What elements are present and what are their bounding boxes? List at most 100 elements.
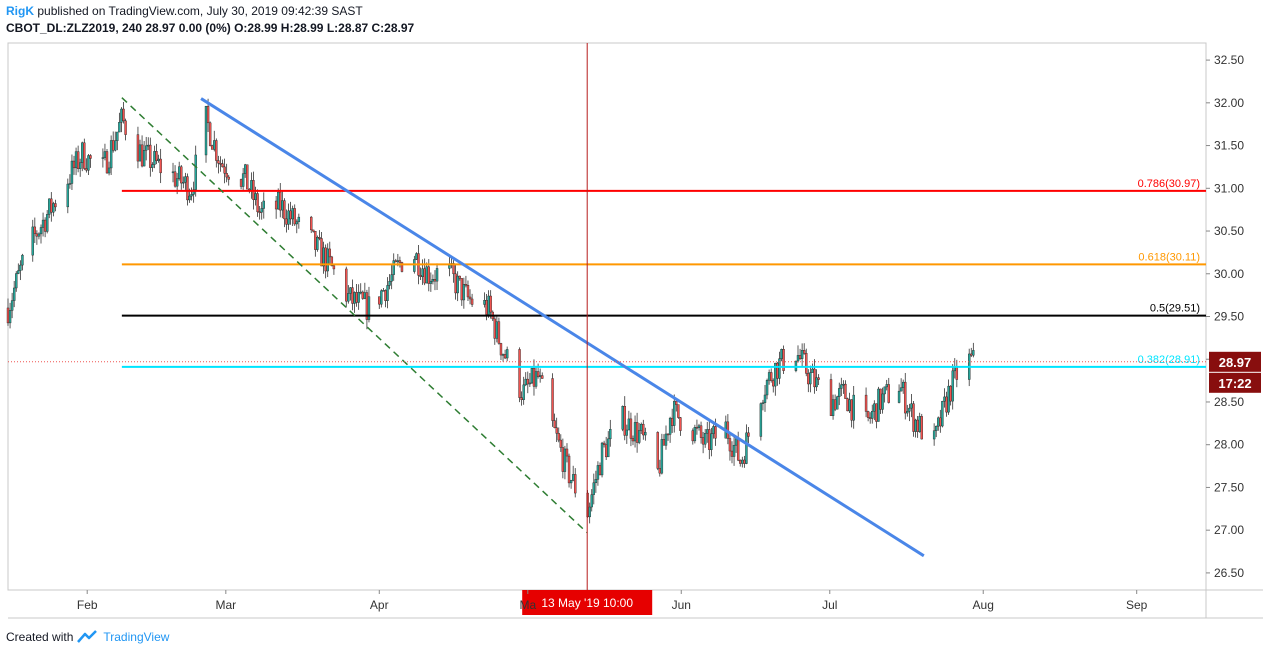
- candle-body: [912, 403, 915, 432]
- candle-body: [712, 426, 715, 434]
- candle-body: [279, 191, 282, 211]
- candle-body: [431, 279, 435, 282]
- candle-body: [45, 214, 49, 232]
- x-tick-label: Aug: [973, 598, 994, 612]
- candle-body: [815, 377, 818, 388]
- candle-body: [35, 233, 39, 237]
- candle-body: [629, 418, 633, 439]
- candle-body: [12, 287, 16, 301]
- candle-body: [875, 403, 878, 422]
- candle-body: [239, 179, 243, 187]
- candle-body: [21, 254, 24, 266]
- candle-body: [866, 411, 870, 418]
- fib-level-label: 0.786(30.97): [1138, 178, 1200, 190]
- candle-body: [114, 140, 117, 151]
- candle-body: [448, 265, 451, 269]
- candle-body: [423, 268, 426, 284]
- candle-body: [951, 370, 954, 402]
- candle-body: [660, 439, 664, 474]
- tradingview-brand[interactable]: TradingView: [103, 630, 169, 644]
- candle-body: [541, 375, 544, 379]
- candle-body: [873, 403, 876, 412]
- candle-body: [52, 203, 55, 213]
- y-tick-label: 32.00: [1214, 96, 1244, 110]
- candle-body: [483, 300, 486, 305]
- candle-body: [538, 375, 542, 377]
- candle-body: [831, 399, 835, 416]
- last-price-label: 28.97: [1219, 355, 1252, 370]
- x-tick-label: Apr: [370, 598, 389, 612]
- candle-body: [10, 300, 14, 311]
- candle-body: [382, 290, 385, 292]
- candle-body: [769, 372, 773, 381]
- candle-body: [144, 145, 148, 151]
- x-tick-label: Jul: [822, 598, 837, 612]
- candle-body: [569, 480, 573, 484]
- candle-body: [291, 208, 294, 220]
- candle-body: [561, 447, 565, 472]
- candle-body: [598, 465, 602, 476]
- candle-body: [149, 144, 152, 168]
- candle-body: [701, 437, 705, 445]
- candle-body: [932, 430, 936, 440]
- candle-body: [813, 368, 816, 388]
- candle-body: [495, 321, 499, 339]
- price-chart[interactable]: 0.786(30.97) 0.618(30.11) 0.5(29.51) 0.382(…: [0, 0, 1268, 656]
- candle-body: [596, 465, 600, 480]
- candle-body: [528, 382, 532, 385]
- candle-body: [318, 237, 321, 239]
- candle-body: [501, 354, 505, 356]
- candle-body: [15, 273, 18, 289]
- candle-body: [48, 198, 51, 215]
- candle-body: [518, 349, 521, 398]
- candle-body: [644, 432, 647, 436]
- candle-body: [897, 390, 901, 403]
- candle-body: [943, 396, 946, 402]
- candle-body: [759, 403, 763, 437]
- candle-body: [809, 372, 812, 385]
- candle-body: [708, 429, 711, 450]
- candle-body: [871, 411, 874, 419]
- candle-body: [101, 157, 105, 159]
- y-tick-label: 29.50: [1214, 310, 1244, 324]
- candle-body: [743, 459, 746, 464]
- candle-body: [838, 388, 841, 398]
- axes: 26.5027.0027.5028.0028.5029.0029.5030.00…: [77, 53, 1261, 612]
- candle-body: [289, 210, 292, 220]
- y-tick-label: 31.50: [1214, 139, 1244, 153]
- candle-body: [609, 429, 612, 440]
- candle-body: [594, 479, 598, 484]
- candle-body: [285, 218, 288, 225]
- candle-body: [159, 158, 162, 174]
- candle-body: [470, 298, 474, 305]
- candle-body: [355, 292, 358, 303]
- candle-body: [66, 183, 70, 208]
- candle-body: [868, 417, 872, 419]
- candle-body: [520, 397, 523, 400]
- candle-body: [524, 378, 527, 386]
- candle-body: [487, 295, 490, 315]
- candle-body: [208, 122, 212, 146]
- y-tick-label: 32.50: [1214, 53, 1244, 67]
- candle-body: [175, 178, 179, 187]
- candle-body: [320, 238, 323, 267]
- candle-body: [217, 160, 220, 164]
- candle-body: [530, 367, 534, 384]
- candle-body: [76, 151, 80, 169]
- candles: [6, 98, 975, 524]
- candle-body: [772, 380, 775, 387]
- candle-body: [807, 373, 810, 385]
- candle-body: [794, 360, 798, 371]
- candle-body: [295, 221, 298, 225]
- candle-body: [972, 350, 975, 356]
- candle-body: [640, 423, 643, 431]
- candle-body: [602, 442, 606, 445]
- x-tick-label: Ma: [519, 598, 536, 612]
- candle-body: [142, 149, 146, 167]
- candle-body: [656, 432, 659, 469]
- candle-body: [536, 371, 540, 377]
- candle-body: [254, 193, 257, 200]
- candle-body: [274, 200, 278, 210]
- candle-body: [454, 273, 457, 294]
- candle-body: [798, 355, 802, 359]
